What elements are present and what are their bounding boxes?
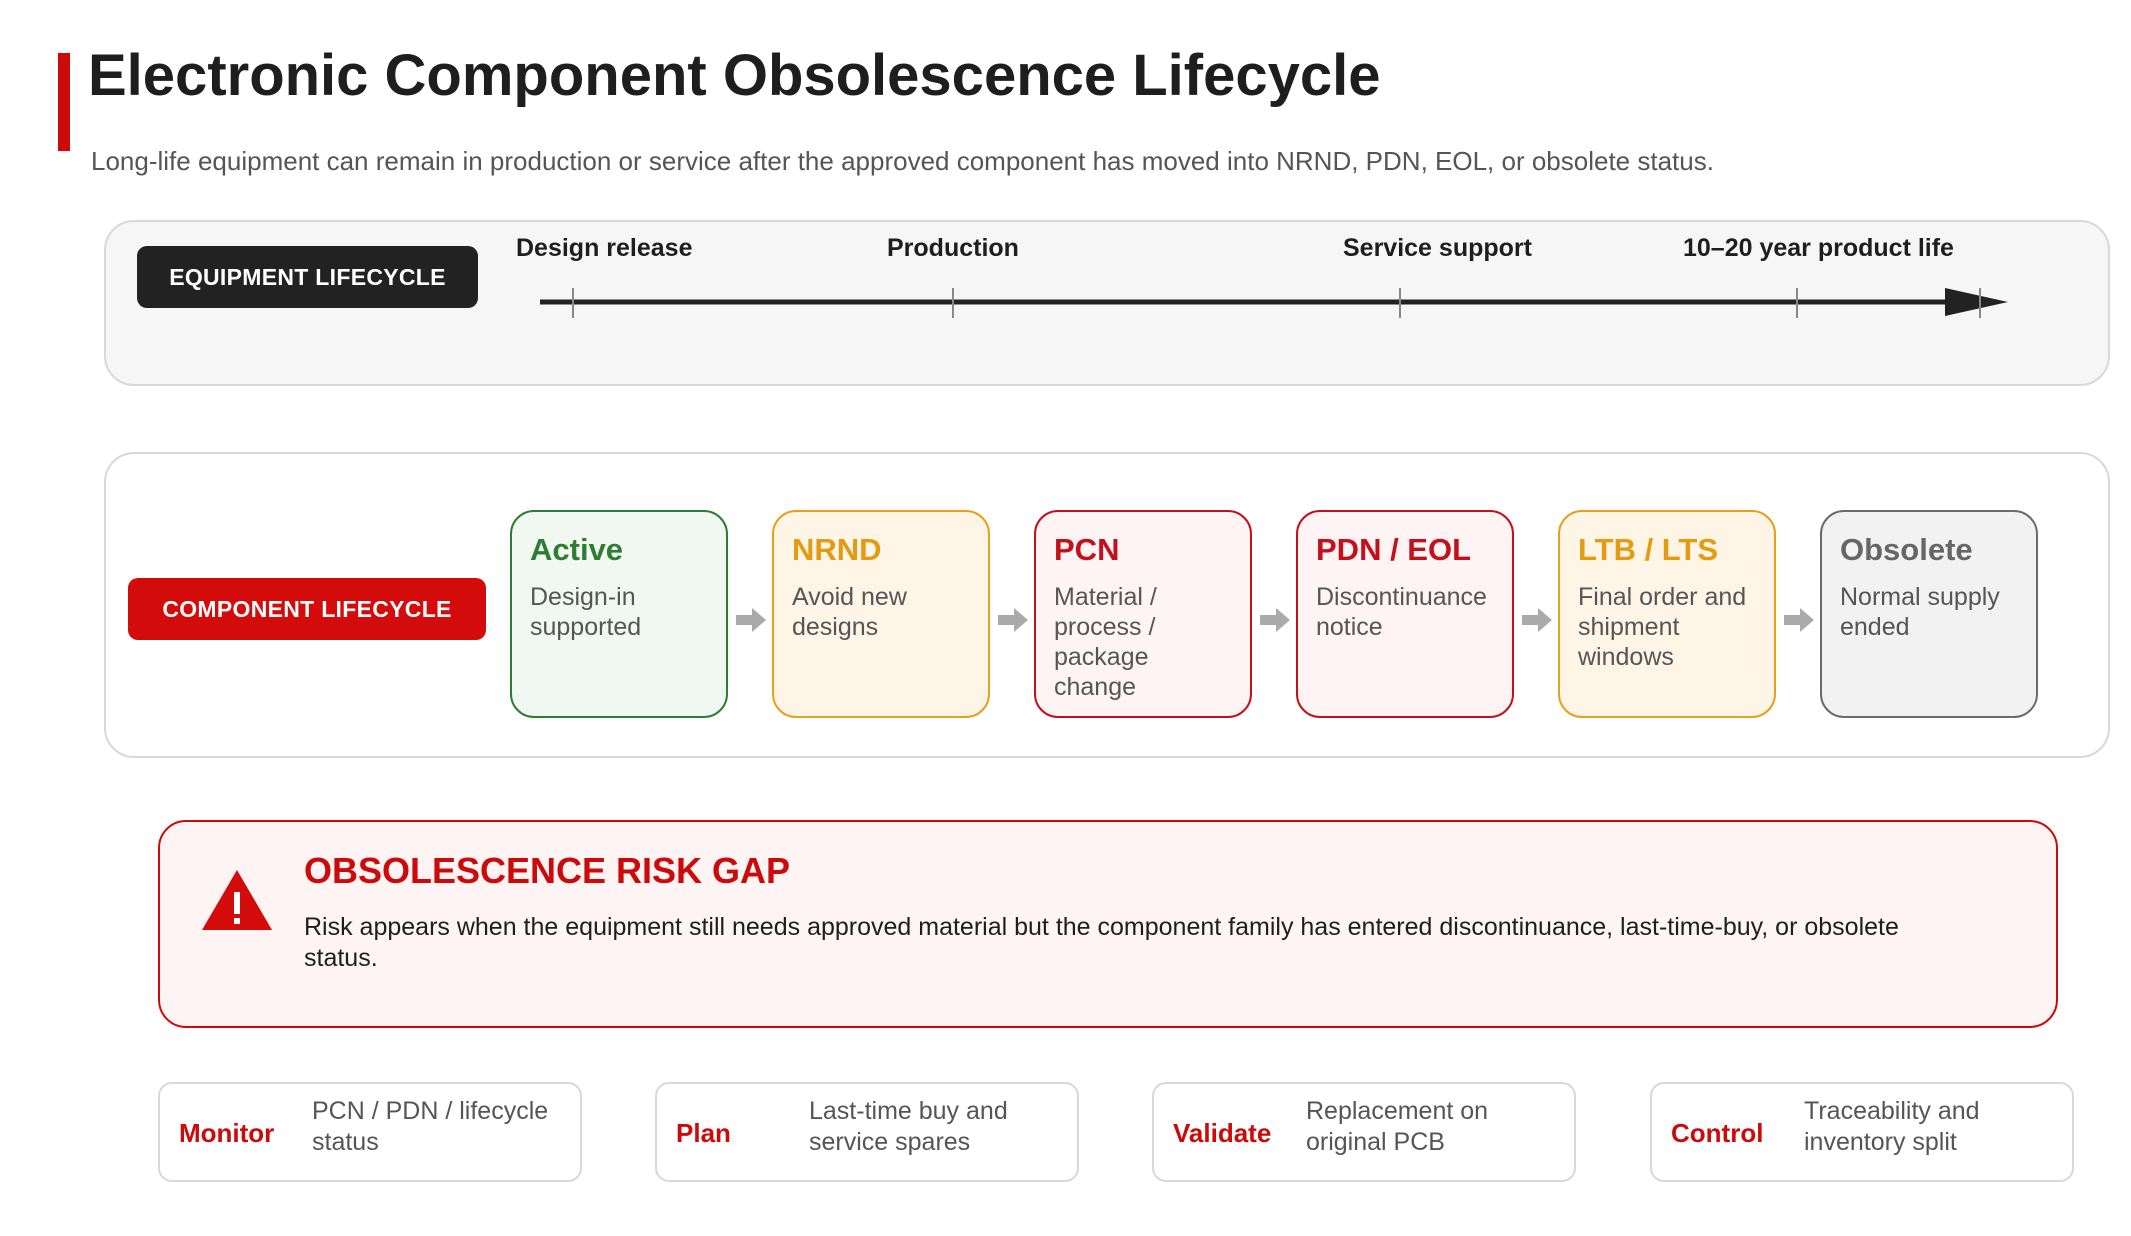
milestone-service-support: Service support [1343,234,1532,262]
stage-arrow-icon [1260,608,1290,632]
stage-title: Active [530,532,624,567]
risk-title: OBSOLESCENCE RISK GAP [304,850,791,891]
stage-pcn: PCN Material / process / package change [1034,510,1252,718]
equipment-timeline [540,288,2008,318]
stage-title: NRND [792,532,882,567]
action-key: Plan [676,1118,731,1148]
action-description: Traceability and inventory split [1804,1097,1980,1156]
stage-title: LTB / LTS [1578,532,1719,567]
stage-description: Avoid new designs [792,583,907,641]
component-lifecycle-label: COMPONENT LIFECYCLE [128,578,486,640]
stage-description: Discontinuance notice [1316,583,1487,641]
milestone-product-life: 10–20 year product life [1683,234,1954,262]
stage-pdn-eol: PDN / EOL Discontinuance notice [1296,510,1514,718]
stage-description: Material / process / package change [1054,583,1157,701]
timeline-arrow-block [1948,295,1968,309]
risk-description: Risk appears when the equipment still ne… [304,913,1899,972]
stage-description: Normal supply ended [1840,583,2000,641]
action-card-control: Control Traceability and inventory split [1650,1082,2074,1182]
stage-arrow-icon [736,608,766,632]
stage-title: Obsolete [1840,532,1973,567]
stage-title: PCN [1054,532,1120,567]
milestone-design-release: Design release [516,234,693,262]
action-description: Replacement on original PCB [1306,1097,1489,1156]
warning-triangle-icon [202,870,272,930]
action-description: Last-time buy and service spares [809,1097,1008,1156]
stage-description: Design-in supported [530,583,642,641]
stage-arrow-icon [1784,608,1814,632]
action-key: Control [1671,1118,1764,1148]
stage-obsolete: Obsolete Normal supply ended [1820,510,2038,718]
action-key: Validate [1173,1118,1272,1148]
action-card-monitor: Monitor PCN / PDN / lifecycle status [158,1082,582,1182]
action-description: PCN / PDN / lifecycle status [312,1097,549,1156]
milestone-production: Production [887,234,1019,262]
action-card-plan: Plan Last-time buy and service spares [655,1082,1079,1182]
stage-active: Active Design-in supported [510,510,728,718]
stage-description: Final order and shipment windows [1578,583,1747,671]
stage-arrow-icon [1522,608,1552,632]
stage-title: PDN / EOL [1316,532,1472,567]
stage-arrow-icon [998,608,1028,632]
action-key: Monitor [179,1118,275,1148]
stage-ltb-lts: LTB / LTS Final order and shipment windo… [1558,510,1776,718]
action-card-validate: Validate Replacement on original PCB [1152,1082,1576,1182]
risk-gap-box: OBSOLESCENCE RISK GAP Risk appears when … [158,820,2058,1028]
stage-nrnd: NRND Avoid new designs [772,510,990,718]
